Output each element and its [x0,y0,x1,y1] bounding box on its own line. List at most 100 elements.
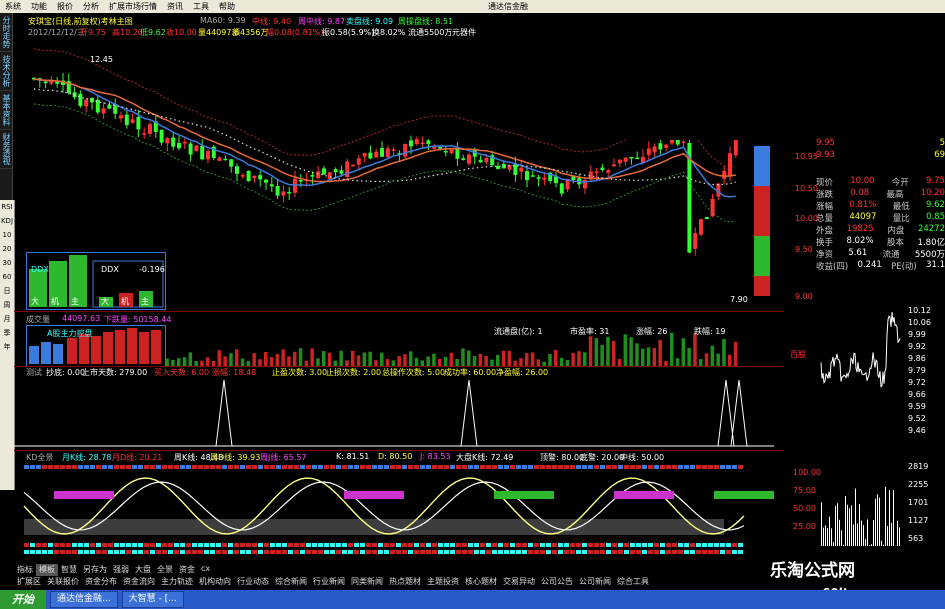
candle-body [119,115,123,119]
kd-bottom-strip [618,543,623,547]
menu-system[interactable]: 系统 [0,1,26,12]
tool-60[interactable]: 60 [0,270,14,284]
cat-item[interactable]: 主力轨迹 [158,576,196,588]
tool-30[interactable]: 30 [0,256,14,270]
kd-top-strip [270,465,275,469]
mid-line-value: 中线: 9.40 [252,17,292,26]
close-value: 收10.00 [166,28,197,37]
intraday-mini-chart[interactable] [816,300,906,546]
tab-intraday[interactable]: 分时走势 [0,13,13,52]
kd-bottom-strip [666,550,671,554]
mini-axis-label: 9.46 [908,426,926,435]
ask-vol: 5 [939,138,945,148]
cat-item[interactable]: 资金分布 [82,576,120,588]
cat-item[interactable]: 热点题材 [386,576,424,588]
tool-20[interactable]: 20 [0,242,14,256]
tool-rsi[interactable]: RSI [0,200,14,214]
cat-item[interactable]: 同类新闻 [348,576,386,588]
cat-item[interactable]: 主题投资 [424,576,462,588]
tool-week[interactable]: 周 [0,298,14,312]
kd-bottom-strip [204,550,209,554]
menu-quote[interactable]: 报价 [52,1,78,12]
kd-bottom-strip [438,550,443,554]
kd-top-strip [594,465,599,469]
cat-item[interactable]: 机构动向 [196,576,234,588]
tool-month[interactable]: 月 [0,312,14,326]
cat-item[interactable]: 行业新闻 [310,576,348,588]
kd-t8: J: 83.53 [420,452,451,461]
kd-top-strip [720,465,725,469]
kd-bottom-strip [450,543,455,547]
kd-top-strip [192,465,197,469]
tab-strength[interactable]: 强弱 [110,564,132,576]
tool-year[interactable]: 年 [0,340,14,354]
title-bar-right [533,0,945,13]
tab-smart[interactable]: 智慧 [58,564,80,576]
kd-top-strip [714,465,719,469]
kd-bottom-strip [486,550,491,554]
tab-template[interactable]: 模板 [36,564,58,576]
tab-save-as[interactable]: 另存为 [80,564,110,576]
tab-panorama[interactable]: 全景 [154,564,176,576]
kd-bottom-strip [150,543,155,547]
cat-item[interactable]: 行业动态 [234,576,272,588]
tab-finance[interactable]: 财务透视 [0,130,13,169]
menu-info[interactable]: 资讯 [162,1,188,12]
tab-funds[interactable]: 资金 [176,564,198,576]
intraday-volume-bar [823,527,824,546]
kd-bottom-strip [36,550,41,554]
intraday-volume-bar [869,545,870,546]
menu-tools[interactable]: 工具 [188,1,214,12]
kd-bottom-strip [228,543,233,547]
tab-market[interactable]: 大盘 [132,564,154,576]
kd-bottom-strip [426,543,431,547]
taskbar-item-tdx[interactable]: 通达信金融... [50,591,118,608]
tool-quarter[interactable]: 季 [0,326,14,340]
tool-10[interactable]: 10 [0,228,14,242]
menu-function[interactable]: 功能 [26,1,52,12]
start-button[interactable]: 开始 [0,590,46,609]
cat-item[interactable]: 综合新闻 [272,576,310,588]
menu-extended[interactable]: 扩展市场行情 [104,1,162,12]
signal-chart [14,379,774,447]
tool-kdj[interactable]: KDJ [0,214,14,228]
taskbar-item-dzh[interactable]: 大智慧 - [... [121,591,184,608]
ddx-tag: 机 [121,297,129,306]
menu-help[interactable]: 帮助 [214,1,240,12]
kd-bottom-strip [522,543,527,547]
cat-item[interactable]: 扩展区 [14,576,44,588]
kd-bottom-strip [702,550,707,554]
kd-bottom-strip [48,550,53,554]
cat-item[interactable]: 公司新闻 [576,576,614,588]
kd-zone-block [614,491,674,499]
intraday-volume-bar [855,488,856,546]
tab-cx[interactable]: cx [198,564,213,576]
kd-zone-block [344,491,404,499]
volume-bar [403,354,407,366]
candle-body [600,167,605,170]
cat-item[interactable]: 资金流向 [120,576,158,588]
candle-body [699,219,703,235]
volume-bar [385,359,390,366]
kd-top-strip [672,465,677,469]
kd-bottom-strip [30,550,35,554]
kd-bottom-strip [270,550,275,554]
cat-item[interactable]: 关联报价 [44,576,82,588]
kd-bottom-strip [678,543,683,547]
kd-top-strip [420,465,425,469]
mini-axis-label: 10.06 [908,318,931,327]
kd-top-strip [534,465,539,469]
cat-item[interactable]: 综合工具 [614,576,652,588]
tab-fundamentals[interactable]: 基本资料 [0,91,13,130]
cat-item[interactable]: 交易异动 [500,576,538,588]
kd-bottom-strip [360,543,365,547]
tab-indicator[interactable]: 指标 [14,564,36,576]
kd-bottom-strip [672,543,677,547]
cat-item[interactable]: 公司公告 [538,576,576,588]
menu-analysis[interactable]: 分析 [78,1,104,12]
tab-technical[interactable]: 技术分析 [0,52,13,91]
tool-day[interactable]: 日 [0,284,14,298]
ddx-tag: 主 [71,297,79,306]
cat-item[interactable]: 核心题材 [462,576,500,588]
volume-bar [623,334,628,366]
